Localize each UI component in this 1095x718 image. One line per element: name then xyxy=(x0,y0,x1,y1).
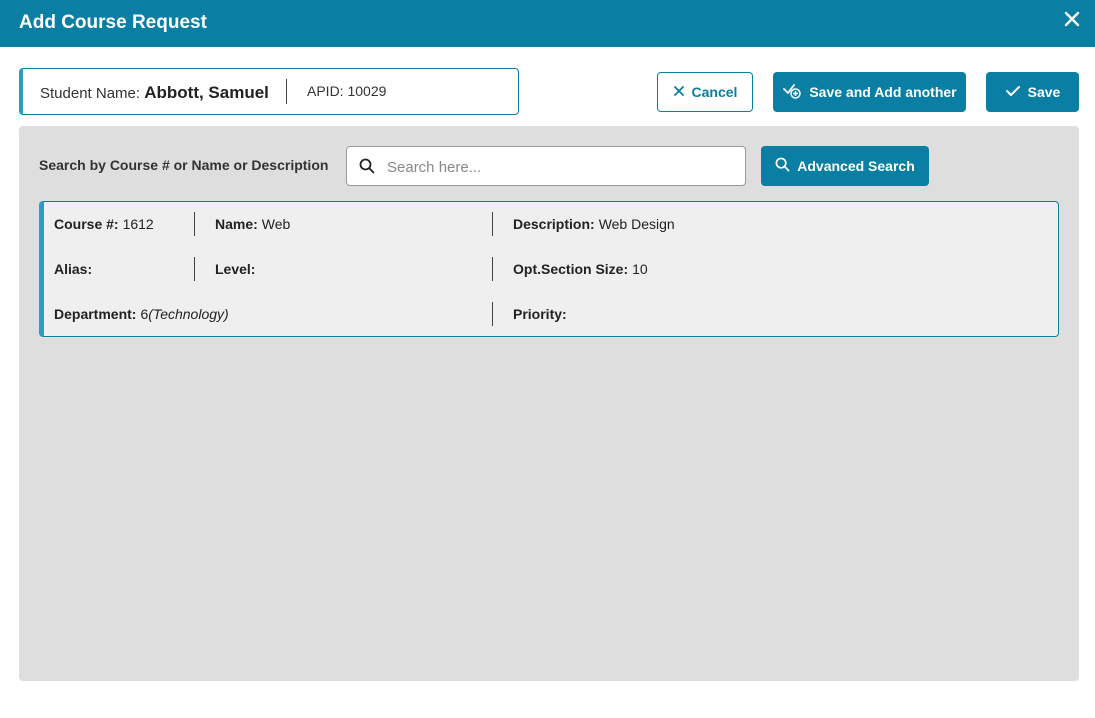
search-icon xyxy=(359,158,375,179)
description-field: Description: Web Design xyxy=(513,216,675,232)
opt-section-size-label: Opt.Section Size: xyxy=(513,261,629,277)
close-icon[interactable] xyxy=(1061,8,1083,30)
divider xyxy=(194,257,195,281)
course-search-panel: Search by Course # or Name or Descriptio… xyxy=(19,126,1079,681)
level-label: Level: xyxy=(215,261,256,277)
search-icon xyxy=(775,157,790,175)
divider xyxy=(492,302,493,326)
cancel-label: Cancel xyxy=(691,84,738,100)
save-and-add-another-button[interactable]: Save and Add another xyxy=(773,72,966,112)
apid-value: 10029 xyxy=(347,83,387,99)
opt-section-size-field: Opt.Section Size: 10 xyxy=(513,261,648,277)
divider xyxy=(492,212,493,236)
check-icon xyxy=(1005,84,1021,101)
save-button[interactable]: Save xyxy=(986,72,1079,112)
apid-field: APID: 10029 xyxy=(307,83,386,99)
department-name: (Technology) xyxy=(148,306,229,322)
description-value: Web Design xyxy=(598,216,675,232)
search-box[interactable] xyxy=(346,146,746,186)
check-plus-icon xyxy=(782,82,802,103)
student-info-card: Student Name: Abbott, Samuel APID: 10029 xyxy=(19,68,519,115)
save-and-add-another-label: Save and Add another xyxy=(809,84,957,100)
student-name: Abbott, Samuel xyxy=(144,83,269,102)
search-label: Search by Course # or Name or Descriptio… xyxy=(39,157,329,173)
advanced-search-label: Advanced Search xyxy=(797,158,915,174)
department-label: Department: xyxy=(54,306,137,322)
description-label: Description: xyxy=(513,216,595,232)
search-input[interactable] xyxy=(387,155,732,179)
dialog-header: Add Course Request xyxy=(0,0,1095,47)
advanced-search-button[interactable]: Advanced Search xyxy=(761,146,929,186)
student-name-field: Student Name: Abbott, Samuel xyxy=(40,83,269,103)
student-name-label: Student Name: xyxy=(40,85,141,102)
course-name-value: Web xyxy=(261,216,291,232)
apid-label: APID: xyxy=(307,83,344,99)
level-field: Level: xyxy=(215,261,259,277)
course-number-value: 1612 xyxy=(122,216,154,232)
save-label: Save xyxy=(1027,84,1061,100)
cancel-button[interactable]: Cancel xyxy=(657,72,753,112)
course-name-field: Name: Web xyxy=(215,216,290,232)
divider xyxy=(286,79,287,104)
course-name-label: Name: xyxy=(215,216,258,232)
opt-section-size-value: 10 xyxy=(632,261,648,277)
dialog-title: Add Course Request xyxy=(19,12,207,33)
course-number-label: Course #: xyxy=(54,216,119,232)
course-number-field: Course #: 1612 xyxy=(54,216,154,232)
x-icon xyxy=(673,84,685,100)
alias-field: Alias: xyxy=(54,261,96,277)
priority-field: Priority: xyxy=(513,306,571,322)
divider xyxy=(194,212,195,236)
divider xyxy=(492,257,493,281)
priority-label: Priority: xyxy=(513,306,567,322)
department-field: Department: 6(Technology) xyxy=(54,306,229,322)
alias-label: Alias: xyxy=(54,261,93,277)
course-result-card[interactable]: Course #: 1612 Name: Web Description: Web D… xyxy=(39,201,1059,337)
